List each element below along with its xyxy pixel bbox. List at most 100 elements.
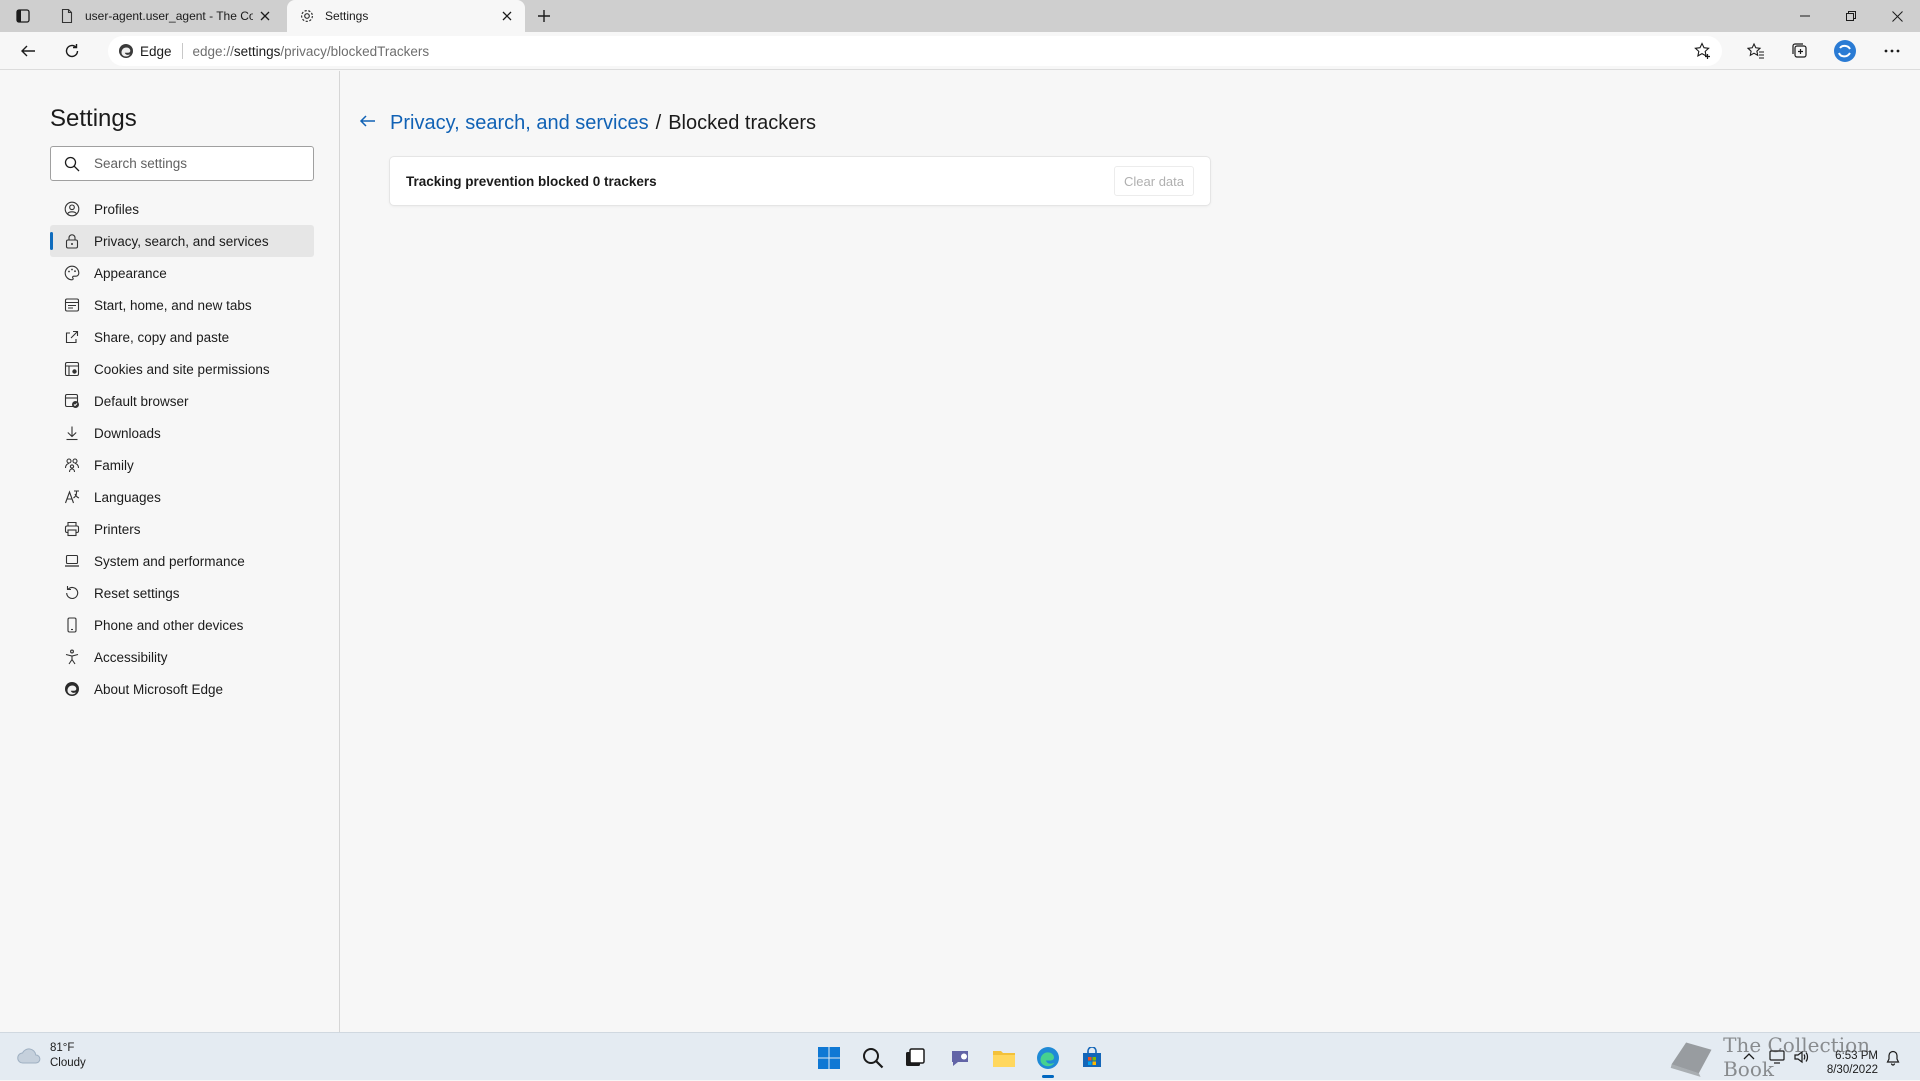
weather-temp: 81°F (50, 1042, 75, 1054)
page-icon (61, 8, 73, 24)
sidebar-item-default-browser[interactable]: Default browser (50, 385, 314, 417)
address-separator (181, 43, 183, 59)
volume-icon[interactable] (1793, 1049, 1809, 1065)
back-button[interactable] (12, 37, 44, 65)
search-input[interactable] (94, 156, 294, 171)
sidebar-item-about[interactable]: About Microsoft Edge (50, 673, 314, 705)
start-button[interactable] (812, 1041, 846, 1075)
sidebar-item-label: Reset settings (94, 585, 180, 601)
sidebar-item-reset[interactable]: Reset settings (50, 577, 314, 609)
add-favorite-icon[interactable] (1694, 42, 1712, 60)
sidebar-item-label: Start, home, and new tabs (94, 297, 252, 313)
refresh-button[interactable] (56, 37, 88, 65)
sidebar-item-label: Downloads (94, 425, 161, 441)
close-icon (1891, 10, 1903, 22)
minimize-icon (1800, 15, 1810, 17)
notification-bell-icon[interactable] (1886, 1050, 1900, 1066)
clear-data-button[interactable]: Clear data (1114, 166, 1194, 196)
url-scheme: edge:// (192, 43, 234, 59)
more-menu-button[interactable] (1876, 37, 1908, 65)
share-icon (65, 330, 79, 344)
profile-button[interactable] (1829, 37, 1861, 65)
sidebar-item-profiles[interactable]: Profiles (50, 193, 314, 225)
sidebar-item-accessibility[interactable]: Accessibility (50, 641, 314, 673)
teams-chat-button[interactable] (943, 1041, 977, 1075)
tab-close-button[interactable] (253, 4, 277, 28)
sidebar-item-languages[interactable]: Languages (50, 481, 314, 513)
printer-icon (64, 521, 80, 537)
network-icon[interactable] (1769, 1049, 1785, 1065)
sidebar-item-family[interactable]: Family (50, 449, 314, 481)
profile-icon (64, 201, 80, 217)
settings-nav: Profiles Privacy, search, and services A… (50, 193, 314, 705)
sidebar-item-label: Printers (94, 521, 141, 537)
chat-icon (952, 1051, 968, 1066)
edge-icon (65, 682, 79, 696)
tab-settings[interactable]: Settings (287, 0, 525, 32)
search-settings-box[interactable] (50, 146, 314, 181)
sidebar-item-label: Default browser (94, 393, 189, 409)
sidebar-item-appearance[interactable]: Appearance (50, 257, 314, 289)
store-icon (1083, 1047, 1101, 1067)
sidebar-item-label: Cookies and site permissions (94, 361, 270, 377)
chevron-up-icon[interactable] (1743, 1052, 1755, 1060)
close-window-button[interactable] (1874, 0, 1920, 32)
site-label: Edge (140, 43, 172, 59)
sidebar-item-label: Phone and other devices (94, 617, 244, 633)
breadcrumb: Privacy, search, and services / Blocked … (390, 112, 816, 135)
home-tabs-icon (64, 298, 80, 312)
sidebar-item-label: Profiles (94, 201, 140, 217)
tab-title: user-agent.user_agent - The Coll (85, 9, 253, 23)
edge-taskbar-button[interactable] (1031, 1041, 1065, 1078)
phone-icon (67, 617, 77, 633)
new-tab-button[interactable] (530, 4, 558, 28)
arrow-left-icon (21, 45, 35, 57)
cookies-icon (64, 361, 80, 377)
breadcrumb-link-privacy[interactable]: Privacy, search, and services (390, 112, 649, 135)
file-explorer-button[interactable] (987, 1041, 1021, 1075)
tab-user-agent[interactable]: user-agent.user_agent - The Coll (47, 0, 283, 32)
book-icon (1670, 1042, 1712, 1077)
tab-actions-button[interactable] (9, 5, 37, 27)
store-button[interactable] (1075, 1041, 1109, 1075)
gear-icon (300, 9, 314, 23)
settings-main: Privacy, search, and services / Blocked … (341, 71, 1920, 1032)
favorites-button[interactable] (1740, 37, 1772, 65)
settings-sidebar: Settings Profiles Privacy, search, and s… (0, 71, 340, 1032)
sidebar-item-phone[interactable]: Phone and other devices (50, 609, 314, 641)
accessibility-icon (65, 649, 79, 665)
minimize-button[interactable] (1782, 0, 1828, 32)
page-title: Blocked trackers (668, 112, 817, 134)
tab-title: Settings (325, 9, 369, 23)
sidebar-item-privacy[interactable]: Privacy, search, and services (50, 225, 314, 257)
sidebar-item-label: Accessibility (94, 649, 168, 665)
clock-time: 6:53 PM (1835, 1050, 1878, 1062)
weather-widget[interactable]: 81°F Cloudy (16, 1041, 86, 1071)
url-host: settings (233, 43, 281, 59)
sidebar-item-system[interactable]: System and performance (50, 545, 314, 577)
sidebar-item-cookies[interactable]: Cookies and site permissions (50, 353, 314, 385)
restore-button[interactable] (1828, 0, 1874, 32)
profile-avatar-icon (1834, 40, 1856, 62)
close-icon (260, 11, 270, 21)
collections-button[interactable] (1784, 37, 1816, 65)
tab-close-button[interactable] (495, 4, 519, 28)
back-arrow-icon[interactable] (358, 111, 378, 131)
sidebar-item-downloads[interactable]: Downloads (50, 417, 314, 449)
lock-icon (65, 234, 79, 249)
plus-icon (538, 10, 550, 22)
system-tray: 6:53 PM 8/30/2022 (1736, 1037, 1920, 1079)
address-bar[interactable]: Edge edge://settings/privacy/blockedTrac… (108, 36, 1722, 66)
task-view-button[interactable] (898, 1041, 932, 1075)
edge-icon (1037, 1047, 1059, 1069)
sidebar-item-share-copy[interactable]: Share, copy and paste (50, 321, 314, 353)
sidebar-item-printers[interactable]: Printers (50, 513, 314, 545)
sidebar-item-label: Family (94, 457, 134, 473)
search-icon (64, 156, 80, 171)
sidebar-item-start-home[interactable]: Start, home, and new tabs (50, 289, 314, 321)
clock-date: 8/30/2022 (1826, 1064, 1878, 1076)
taskbar-search-button[interactable] (856, 1041, 890, 1075)
sidebar-item-label: Share, copy and paste (94, 329, 230, 345)
sidebar-item-label: Privacy, search, and services (94, 233, 269, 249)
clock[interactable]: 6:53 PM 8/30/2022 (1827, 1049, 1878, 1077)
